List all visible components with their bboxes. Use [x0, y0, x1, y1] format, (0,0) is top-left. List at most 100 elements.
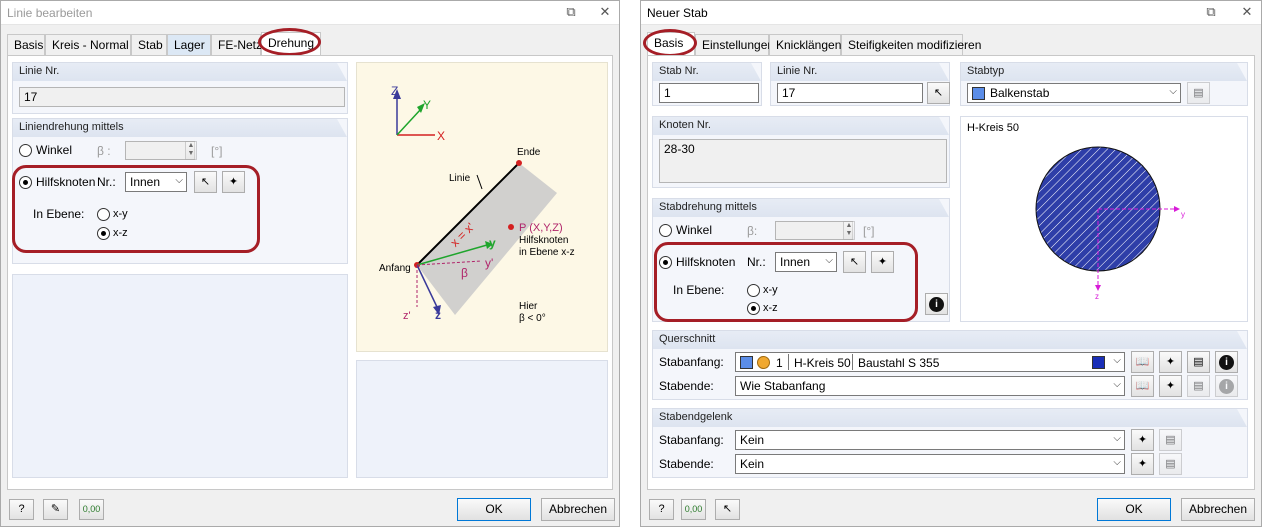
radio-winkel[interactable]	[659, 224, 672, 237]
restore-icon[interactable]: ⧉	[563, 4, 579, 20]
info-button[interactable]: i	[925, 293, 948, 315]
info-icon: i	[929, 297, 944, 312]
axis-z-label: Z	[391, 84, 398, 98]
linie-nr-field[interactable]: 17	[19, 87, 345, 107]
y-prime-label: y'	[485, 256, 493, 270]
p-label: P (X,Y,Z)	[519, 222, 563, 234]
material-icon	[757, 356, 770, 369]
close-icon[interactable]: ✕	[597, 4, 613, 20]
tab-basis[interactable]: Basis	[7, 34, 45, 55]
edit-icon: ▤	[1193, 356, 1204, 368]
querschnitt-anfang-select[interactable]: 1 H-Kreis 50 Baustahl S 355 ⌵	[735, 352, 1125, 372]
group-title: Querschnitt	[653, 331, 1247, 349]
tab-fe-netz[interactable]: FE-Netz	[211, 34, 262, 55]
axis-y-label: Y	[423, 98, 431, 112]
tab-steifigkeiten[interactable]: Steifigkeiten modifizieren	[841, 34, 981, 55]
edit-hinge-button[interactable]: ▤	[1159, 429, 1182, 451]
edit-icon: ▤	[1165, 434, 1176, 446]
library-button[interactable]: 📖	[1131, 351, 1154, 373]
section-preview: H-Kreis 50 y z	[960, 116, 1248, 322]
beta-label: β:	[747, 224, 758, 238]
tab-knicklaengen[interactable]: Knicklängen	[769, 34, 841, 55]
gelenk-anfang-select[interactable]: Kein ⌵	[735, 430, 1125, 450]
edit-icon: ▤	[1193, 87, 1204, 99]
gelenk-ende-label: Stabende:	[659, 457, 714, 471]
chevron-down-icon: ⌵	[1113, 457, 1121, 468]
edit-icon: ▤	[1165, 458, 1176, 470]
preview-z-label: z	[1095, 292, 1099, 301]
new-item-icon: ✦	[1137, 458, 1148, 470]
radio-winkel[interactable]	[19, 144, 32, 157]
y-local-label: y	[489, 236, 496, 250]
ok-button[interactable]: OK	[1097, 498, 1171, 521]
edit-stabtyp-button[interactable]: ▤	[1187, 82, 1210, 104]
section-info-button-ende[interactable]: i	[1215, 375, 1238, 397]
group-stab-nr: Stab Nr. 1	[652, 62, 762, 106]
tab-lager[interactable]: Lager	[167, 34, 211, 55]
restore-icon[interactable]: ⧉	[1203, 4, 1219, 20]
group-querschnitt: Querschnitt Stabanfang: 1 H-Kreis 50 Bau…	[652, 330, 1248, 400]
section-color-icon	[740, 356, 753, 369]
gelenk-ende-select[interactable]: Kein ⌵	[735, 454, 1125, 474]
knoten-nr-field[interactable]: 28-30	[659, 139, 947, 183]
units-button[interactable]: 0,00	[681, 499, 706, 520]
cancel-button[interactable]: Abbrechen	[1181, 498, 1255, 521]
pick-line-button[interactable]: ↖	[927, 82, 950, 104]
new-section-button-ende[interactable]: ✦	[1159, 375, 1182, 397]
stabtyp-select[interactable]: Balkenstab ⌵	[967, 83, 1181, 103]
beta-note: β < 0°	[519, 313, 546, 324]
ende-label: Ende	[517, 147, 541, 158]
tab-stab[interactable]: Stab	[131, 34, 167, 55]
help-button[interactable]: ?	[649, 499, 674, 520]
new-section-button[interactable]: ✦	[1159, 351, 1182, 373]
select-button[interactable]: ↖	[715, 499, 740, 520]
library-button-ende[interactable]: 📖	[1131, 375, 1154, 397]
group-stabtyp: Stabtyp Balkenstab ⌵ ▤	[960, 62, 1248, 106]
winkel-input[interactable]	[775, 221, 853, 240]
edit-hinge-button-ende[interactable]: ▤	[1159, 453, 1182, 475]
highlight-hilfsknoten	[12, 165, 260, 253]
edit-section-button[interactable]: ▤	[1187, 351, 1210, 373]
winkel-spinner[interactable]: ▲ ▼	[843, 221, 855, 240]
book-icon: 📖	[1135, 380, 1150, 392]
ok-button[interactable]: OK	[457, 498, 531, 521]
close-icon[interactable]: ✕	[1239, 4, 1255, 20]
preview-y-label: y	[1181, 210, 1185, 219]
group-title: Linie Nr.	[13, 63, 347, 81]
gelenk-anfang-label: Stabanfang:	[659, 433, 724, 447]
edit-section-button-ende[interactable]: ▤	[1187, 375, 1210, 397]
cancel-button[interactable]: Abbrechen	[541, 498, 615, 521]
edit-icon: ✎	[50, 503, 61, 515]
title-bar: Neuer Stab ⧉ ✕	[641, 1, 1261, 25]
book-icon: 📖	[1135, 356, 1150, 368]
rotation-diagram: Z Y X Ende Linie Anfang P (X,Y,Z) Hilfsk…	[356, 62, 608, 352]
tab-einstellungen[interactable]: Einstellungen	[695, 34, 774, 55]
help-button[interactable]: ?	[9, 499, 34, 520]
linie-nr-field[interactable]: 17	[777, 83, 923, 103]
new-hinge-button-ende[interactable]: ✦	[1131, 453, 1154, 475]
dialog-linie-bearbeiten: Linie bearbeiten ⧉ ✕ Basis Kreis - Norma…	[0, 0, 620, 527]
new-item-icon: ✦	[1165, 356, 1176, 368]
units-button[interactable]: 0,00	[79, 499, 104, 520]
edit-button[interactable]: ✎	[43, 499, 68, 520]
stabtyp-value: Balkenstab	[990, 86, 1050, 100]
chevron-down-icon: ⌵	[1113, 379, 1121, 390]
info-panel	[356, 360, 608, 478]
qs-material: Baustahl S 355	[858, 356, 940, 370]
section-info-button[interactable]: i	[1215, 351, 1238, 373]
group-title: Linie Nr.	[771, 63, 949, 81]
dialog-title: Neuer Stab	[647, 6, 708, 20]
angle-unit: [°]	[863, 224, 875, 238]
stab-nr-field[interactable]: 1	[659, 83, 759, 103]
tab-kreis-normal[interactable]: Kreis - Normal	[45, 34, 131, 55]
section-svg: y z	[1035, 146, 1185, 301]
winkel-label: Winkel	[676, 223, 713, 237]
units-icon: 0,00	[684, 504, 703, 514]
querschnitt-ende-select[interactable]: Wie Stabanfang ⌵	[735, 376, 1125, 396]
anfang-label: Anfang	[379, 263, 411, 274]
highlight-hilfsknoten	[654, 242, 918, 322]
chevron-down-icon: ⌵	[1113, 355, 1121, 366]
new-hinge-button[interactable]: ✦	[1131, 429, 1154, 451]
tab-content: Stab Nr. 1 Linie Nr. 17 ↖ Stabtyp Balken…	[647, 55, 1255, 490]
winkel-spinner[interactable]: ▲ ▼	[185, 141, 197, 160]
